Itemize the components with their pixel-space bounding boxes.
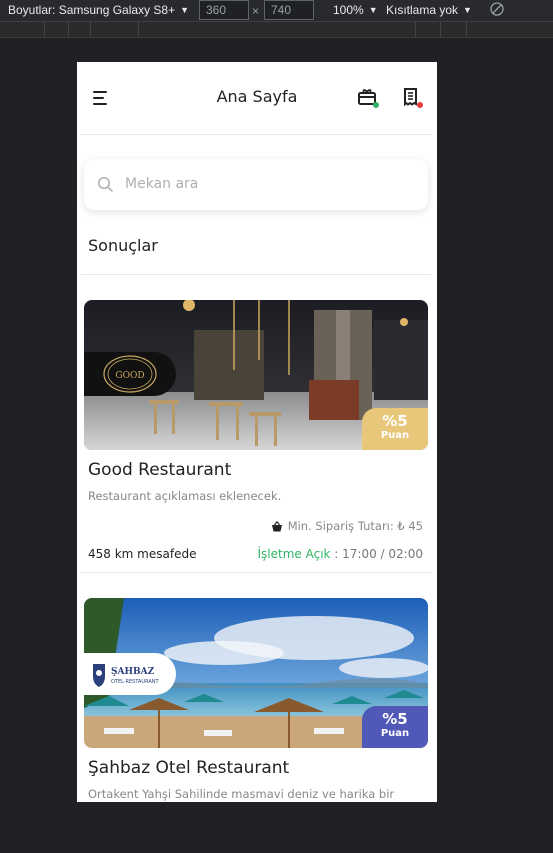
restaurant-name: Good Restaurant bbox=[88, 460, 232, 480]
app-header: Ana Sayfa bbox=[77, 62, 437, 134]
viewport-height-input[interactable]: 740 bbox=[264, 0, 314, 20]
points-badge: %5 Puan bbox=[362, 706, 428, 748]
gift-status-dot bbox=[373, 102, 379, 108]
svg-text:GOOD: GOOD bbox=[115, 371, 144, 381]
receipt-icon[interactable] bbox=[401, 87, 423, 109]
restaurant-image: ŞAHBAZ OTEL·RESTAURANT %5 Puan bbox=[84, 598, 428, 748]
zoom-selector[interactable]: 100% ▼ bbox=[333, 3, 378, 17]
device-selector[interactable]: Boyutlar: Samsung Galaxy S8+ ▼ bbox=[8, 3, 189, 17]
points-percent: %5 bbox=[382, 710, 408, 728]
search-input[interactable]: Mekan ara bbox=[84, 159, 428, 210]
restaurant-name: Şahbaz Otel Restaurant bbox=[88, 758, 290, 778]
search-icon bbox=[97, 176, 113, 192]
open-status-label: İşletme Açık bbox=[257, 547, 331, 561]
throttle-selector[interactable]: Kısıtlama yok ▼ bbox=[386, 3, 472, 17]
header-divider bbox=[81, 134, 431, 135]
times-sign: × bbox=[252, 4, 260, 18]
media-query-ruler bbox=[0, 22, 553, 38]
opening-status: İşletme Açık : 17:00 / 02:00 bbox=[258, 547, 424, 561]
viewport-width-input[interactable]: 360 bbox=[199, 0, 249, 20]
device-label: Boyutlar: Samsung Galaxy S8+ bbox=[8, 3, 176, 17]
points-label: Puan bbox=[380, 728, 410, 739]
rotate-icon[interactable] bbox=[489, 1, 505, 20]
throttle-label: Kısıtlama yok bbox=[386, 3, 459, 17]
page-title: Ana Sayfa bbox=[216, 87, 298, 106]
points-label: Puan bbox=[380, 430, 410, 441]
results-title: Sonuçlar bbox=[88, 236, 158, 255]
points-badge: %5 Puan bbox=[362, 408, 428, 450]
restaurant-image: GOOD %5 Puan bbox=[84, 300, 428, 450]
restaurant-description: Ortakent Yahşi Sahilinde masmavi deniz v… bbox=[88, 787, 395, 801]
devtools-device-toolbar: Boyutlar: Samsung Galaxy S8+ ▼ 360 × 740… bbox=[0, 0, 553, 22]
orders-status-dot bbox=[417, 102, 423, 108]
restaurant-description: Restaurant açıklaması eklenecek. bbox=[88, 489, 282, 503]
min-order-amount: Min. Sipariş Tutarı: ₺ 45 bbox=[271, 519, 423, 533]
basket-icon bbox=[271, 520, 282, 531]
search-placeholder: Mekan ara bbox=[125, 176, 199, 192]
opening-hours: : 17:00 / 02:00 bbox=[330, 547, 423, 561]
distance-text: 458 km mesafede bbox=[88, 547, 197, 561]
points-percent: %5 bbox=[382, 412, 408, 430]
chevron-down-icon: ▼ bbox=[368, 5, 378, 15]
restaurant-logo: ŞAHBAZ OTEL·RESTAURANT bbox=[84, 653, 176, 695]
min-order-text: Min. Sipariş Tutarı: ₺ 45 bbox=[287, 519, 423, 533]
zoom-label: 100% bbox=[333, 3, 364, 17]
gift-card-icon[interactable] bbox=[357, 87, 379, 109]
results-divider bbox=[81, 274, 431, 275]
mobile-viewport: Ana Sayfa Mekan ara Sonuçlar GOOD %5 Pua… bbox=[77, 62, 437, 802]
restaurant-logo: GOOD bbox=[84, 352, 176, 396]
chevron-down-icon: ▼ bbox=[463, 5, 472, 15]
svg-text:ŞAHBAZ: ŞAHBAZ bbox=[111, 667, 155, 677]
svg-text:OTEL·RESTAURANT: OTEL·RESTAURANT bbox=[111, 679, 160, 685]
chevron-down-icon: ▼ bbox=[180, 5, 190, 15]
card-divider bbox=[81, 572, 431, 573]
